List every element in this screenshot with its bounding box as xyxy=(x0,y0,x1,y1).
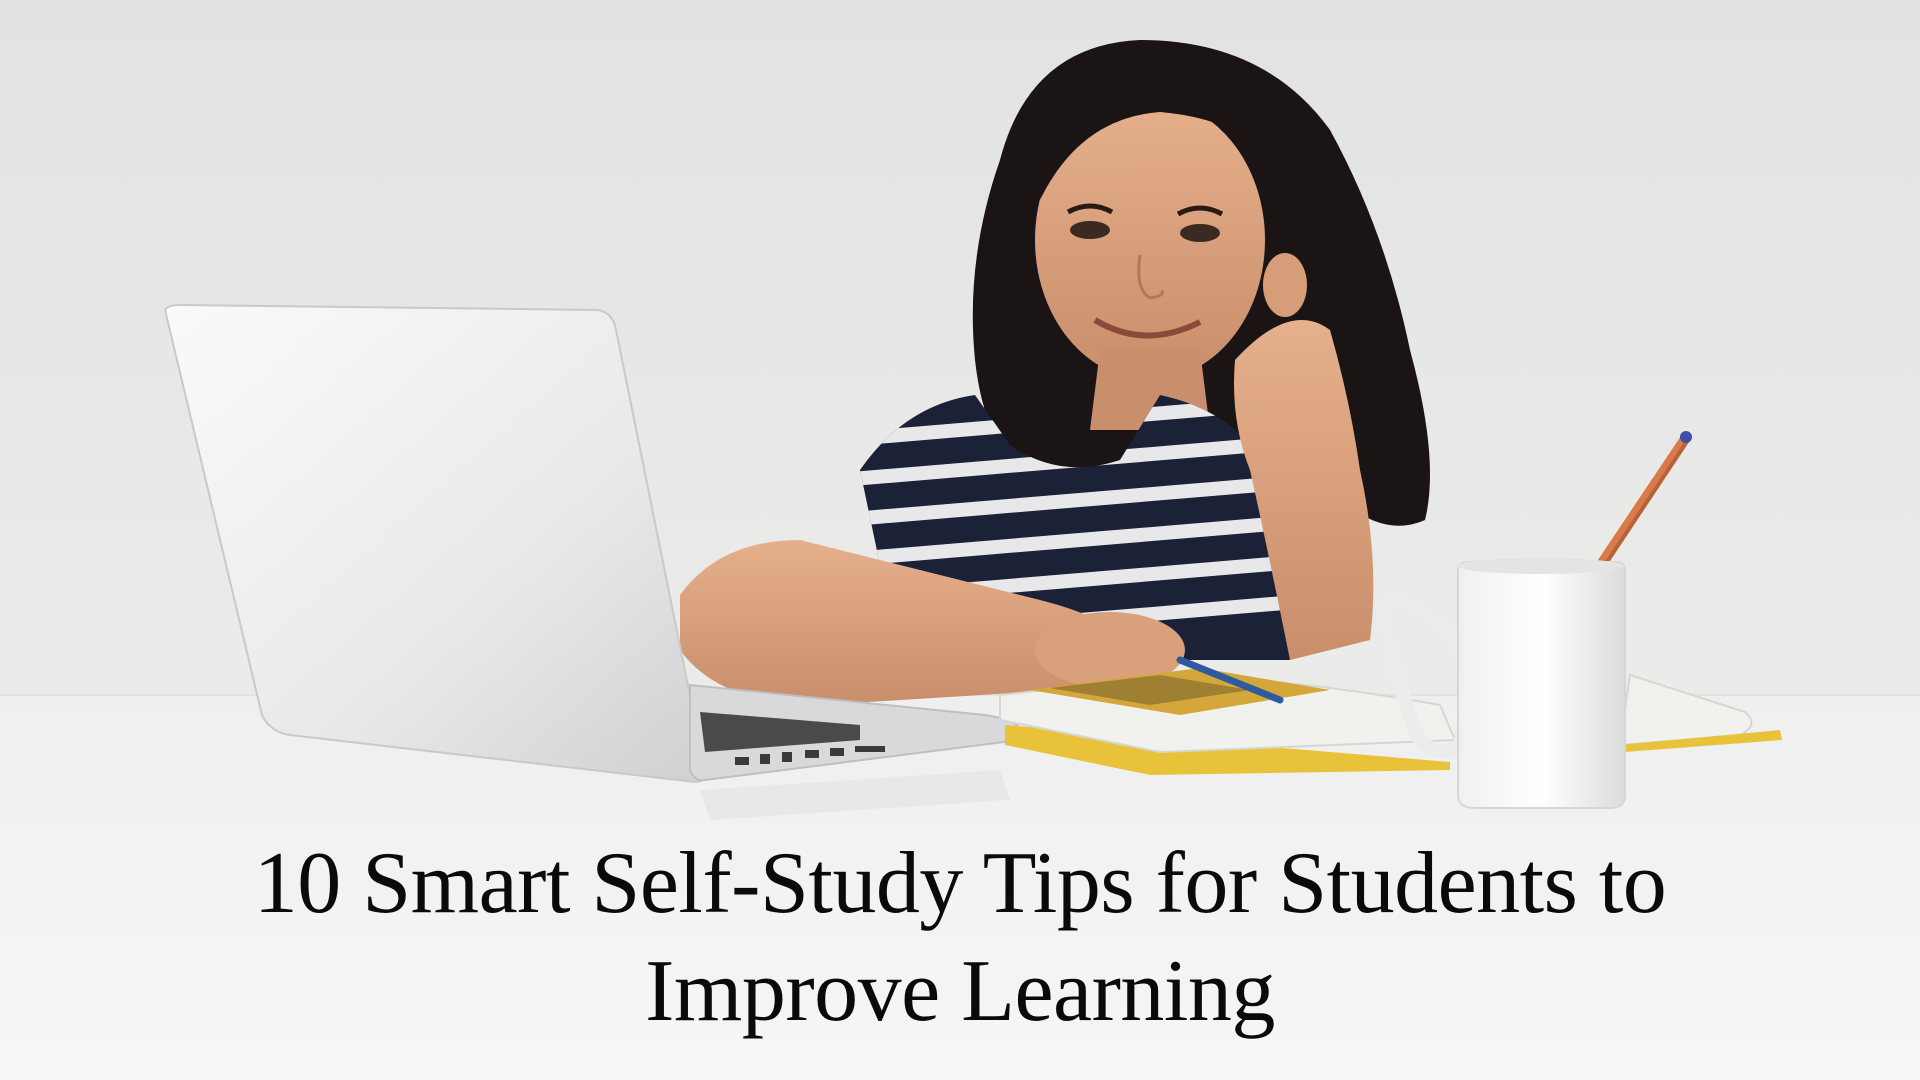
banner-title-line-1: 10 Smart Self-Study Tips for Students to xyxy=(253,835,1667,932)
pencil xyxy=(1595,433,1690,570)
banner-title-line-2: Improve Learning xyxy=(645,943,1275,1040)
banner-title: 10 Smart Self-Study Tips for Students to… xyxy=(0,830,1920,1046)
